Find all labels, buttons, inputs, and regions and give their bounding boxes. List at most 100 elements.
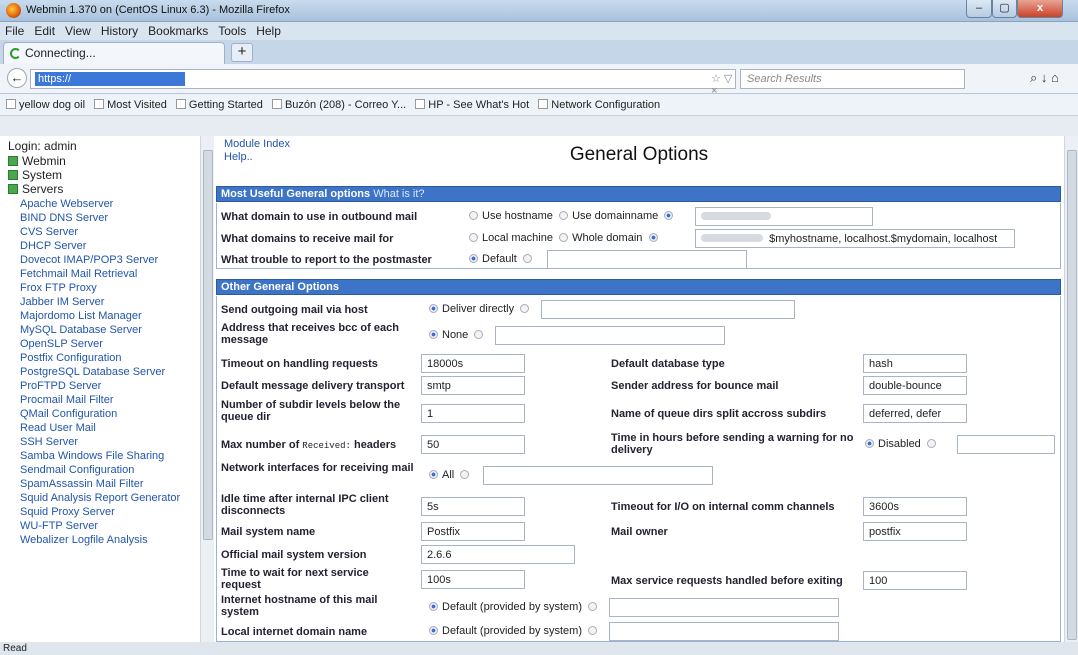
- radio-use-domainname[interactable]: [559, 211, 569, 220]
- menu-history[interactable]: History: [96, 22, 143, 40]
- radio-custom-domain[interactable]: [664, 211, 674, 220]
- mail-system-name-input[interactable]: Postfix: [421, 522, 525, 541]
- sidebar-module-link[interactable]: SSH Server: [8, 436, 200, 448]
- bookmark-item[interactable]: Getting Started: [175, 99, 263, 111]
- sidebar-module-link[interactable]: Samba Windows File Sharing: [8, 450, 200, 462]
- menu-edit[interactable]: Edit: [29, 22, 60, 40]
- scroll-thumb[interactable]: [1067, 150, 1077, 640]
- radio-interfaces[interactable]: [460, 470, 470, 479]
- bounce-sender-input[interactable]: double-bounce: [863, 376, 967, 395]
- network-interfaces-input[interactable]: [483, 466, 713, 485]
- delivery-transport-input[interactable]: smtp: [421, 376, 525, 395]
- sidebar-module-link[interactable]: Majordomo List Manager: [8, 310, 200, 322]
- sidebar-module-link[interactable]: CVS Server: [8, 226, 200, 238]
- mail-owner-input[interactable]: postfix: [863, 522, 967, 541]
- new-tab-button[interactable]: +: [231, 43, 253, 62]
- radio-warning-hours[interactable]: [926, 439, 936, 448]
- sidebar-module-link[interactable]: Sendmail Configuration: [8, 464, 200, 476]
- bookmark-item[interactable]: Buzón (208) - Correo Y...: [271, 99, 406, 111]
- request-timeout-input[interactable]: 18000s: [421, 354, 525, 373]
- mail-version-input[interactable]: 2.6.6: [421, 545, 575, 564]
- sidebar-module-link[interactable]: QMail Configuration: [8, 408, 200, 420]
- radio-custom-trouble[interactable]: [522, 254, 532, 263]
- idle-time-input[interactable]: 5s: [421, 497, 525, 516]
- radio-deliver-directly[interactable]: [429, 304, 438, 313]
- sidebar-module-link[interactable]: Postfix Configuration: [8, 352, 200, 364]
- minimize-button[interactable]: –: [966, 0, 992, 18]
- queue-dirs-input[interactable]: deferred, defer: [863, 404, 967, 423]
- wait-next-request-input[interactable]: 100s: [421, 570, 525, 589]
- sidebar-module-link[interactable]: MySQL Database Server: [8, 324, 200, 336]
- tab-connecting[interactable]: Connecting...: [3, 42, 225, 64]
- back-button[interactable]: ←: [7, 68, 27, 88]
- relay-host-input[interactable]: [541, 300, 795, 319]
- sidebar-module-link[interactable]: Squid Analysis Report Generator: [8, 492, 200, 504]
- internet-hostname-input[interactable]: [609, 598, 839, 617]
- radio-disabled[interactable]: [865, 439, 874, 448]
- radio-default-domain[interactable]: [429, 626, 438, 635]
- radio-none[interactable]: [429, 330, 438, 339]
- bookmark-item[interactable]: HP - See What's Hot: [415, 99, 529, 111]
- sidebar-module-link[interactable]: Squid Proxy Server: [8, 506, 200, 518]
- outbound-domain-input[interactable]: [695, 207, 873, 226]
- database-type-input[interactable]: hash: [863, 354, 967, 373]
- relay-host-label: Send outgoing mail via host: [221, 304, 368, 316]
- subdir-levels-input[interactable]: 1: [421, 404, 525, 423]
- receive-domains-input[interactable]: $myhostname, localhost.$mydomain, localh…: [695, 229, 1015, 248]
- radio-default-hostname[interactable]: [429, 602, 438, 611]
- max-received-input[interactable]: 50: [421, 435, 525, 454]
- menu-help[interactable]: Help: [251, 22, 286, 40]
- radio-custom-domain-name[interactable]: [588, 626, 598, 635]
- radio-local-machine[interactable]: [469, 233, 478, 242]
- sidebar-module-link[interactable]: SpamAssassin Mail Filter: [8, 478, 200, 490]
- bookmark-item[interactable]: yellow dog oil: [6, 99, 85, 111]
- local-domain-input[interactable]: [609, 622, 839, 641]
- what-is-it-link[interactable]: What is it?: [373, 188, 424, 200]
- sidebar-module-link[interactable]: WU-FTP Server: [8, 520, 200, 532]
- radio-relay-host[interactable]: [520, 304, 530, 313]
- radio-bcc-address[interactable]: [474, 330, 484, 339]
- radio-whole-domain[interactable]: [559, 233, 569, 242]
- sidebar-module-link[interactable]: Read User Mail: [8, 422, 200, 434]
- bcc-address-input[interactable]: [495, 326, 725, 345]
- category-webmin[interactable]: Webmin: [8, 154, 200, 168]
- menu-file[interactable]: File: [0, 22, 29, 40]
- radio-all[interactable]: [429, 470, 438, 479]
- sidebar-module-link[interactable]: BIND DNS Server: [8, 212, 200, 224]
- max-requests-label: Max service requests handled before exit…: [611, 575, 843, 587]
- menu-view[interactable]: View: [60, 22, 96, 40]
- sidebar-module-link[interactable]: PostgreSQL Database Server: [8, 366, 200, 378]
- category-servers[interactable]: Servers: [8, 182, 200, 196]
- radio-custom-domains[interactable]: [648, 233, 658, 242]
- max-requests-input[interactable]: 100: [863, 571, 967, 590]
- sidebar-module-link[interactable]: Jabber IM Server: [8, 296, 200, 308]
- sidebar-module-link[interactable]: OpenSLP Server: [8, 338, 200, 350]
- sidebar-module-link[interactable]: Frox FTP Proxy: [8, 282, 200, 294]
- sidebar-module-link[interactable]: Webalizer Logfile Analysis: [8, 534, 200, 546]
- right-scrollbar[interactable]: [1064, 136, 1078, 642]
- toolbar-icons[interactable]: ⌕ ↓ ⌂: [1030, 70, 1059, 86]
- search-input[interactable]: Search Results: [740, 69, 965, 89]
- scroll-thumb[interactable]: [203, 150, 213, 540]
- sidebar-module-link[interactable]: Fetchmail Mail Retrieval: [8, 268, 200, 280]
- sidebar-module-link[interactable]: Apache Webserver: [8, 198, 200, 210]
- sidebar-module-link[interactable]: Dovecot IMAP/POP3 Server: [8, 254, 200, 266]
- menu-tools[interactable]: Tools: [213, 22, 251, 40]
- url-bar[interactable]: https:// ☆ ▽ ×: [30, 69, 736, 97]
- sidebar-module-link[interactable]: DHCP Server: [8, 240, 200, 252]
- left-scrollbar[interactable]: [200, 136, 214, 642]
- ipc-timeout-input[interactable]: 3600s: [863, 497, 967, 516]
- close-button[interactable]: x: [1017, 0, 1063, 18]
- sidebar-module-link[interactable]: Procmail Mail Filter: [8, 394, 200, 406]
- radio-default[interactable]: [469, 254, 478, 263]
- bookmark-item[interactable]: Most Visited: [94, 99, 167, 111]
- warning-time-input[interactable]: [957, 435, 1055, 454]
- radio-custom-hostname[interactable]: [588, 602, 598, 611]
- maximize-button[interactable]: ▢: [992, 0, 1017, 18]
- menu-bookmarks[interactable]: Bookmarks: [143, 22, 213, 40]
- postmaster-trouble-input[interactable]: [547, 250, 747, 269]
- sidebar-module-link[interactable]: ProFTPD Server: [8, 380, 200, 392]
- category-system[interactable]: System: [8, 168, 200, 182]
- radio-use-hostname[interactable]: [469, 211, 478, 220]
- bookmark-item[interactable]: Network Configuration: [538, 99, 660, 111]
